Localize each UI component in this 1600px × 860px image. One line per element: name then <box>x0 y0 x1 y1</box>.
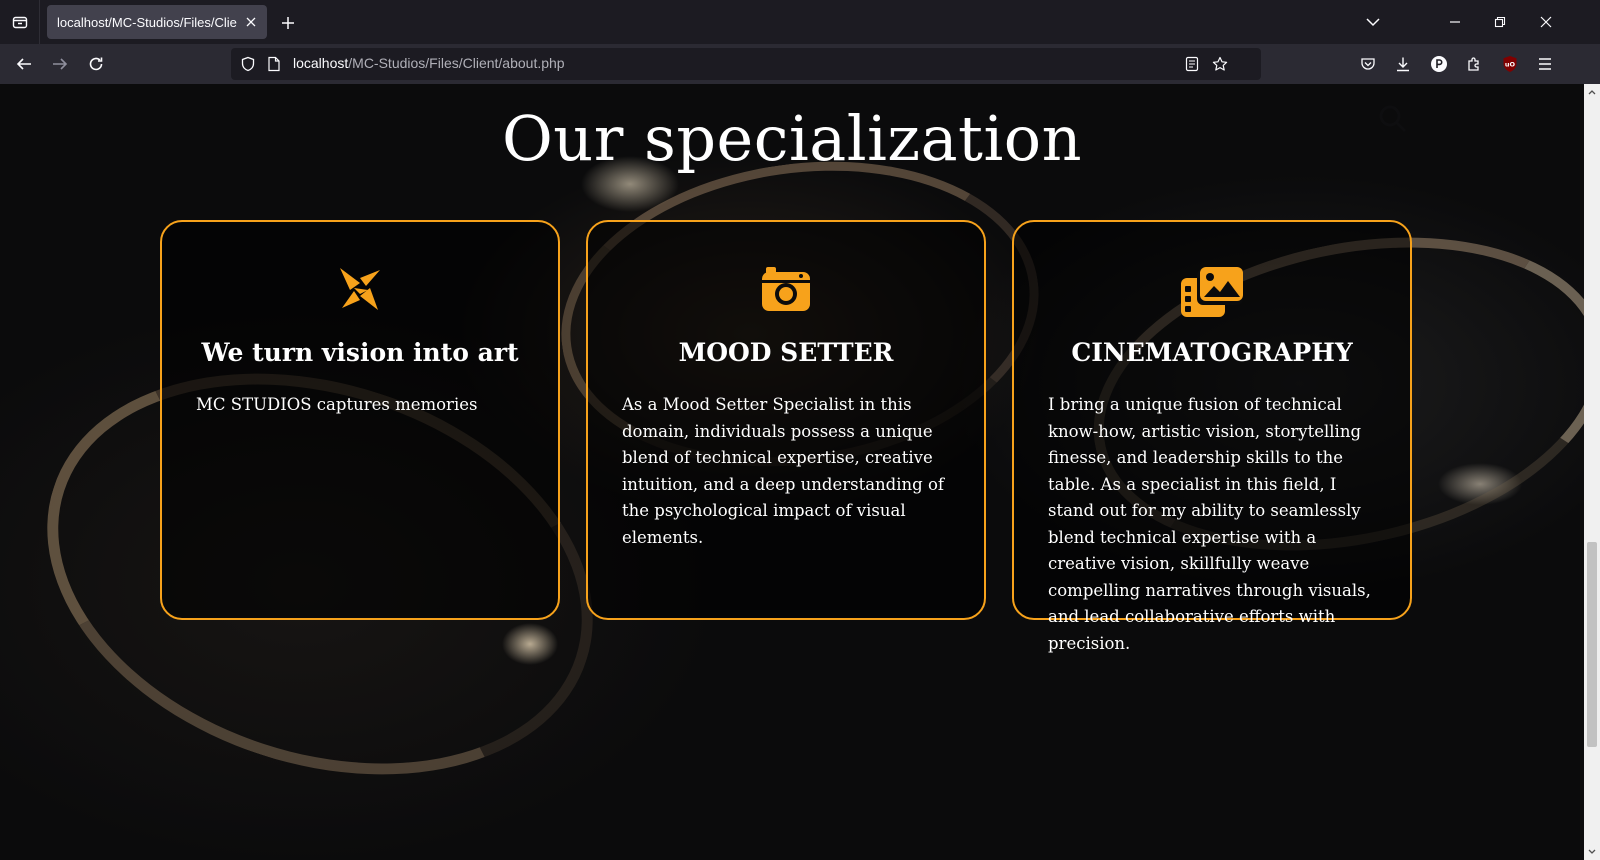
bookmark-star-icon[interactable] <box>1211 55 1229 73</box>
navigation-toolbar: localhost/MC-Studios/Files/Client/about.… <box>0 44 1600 84</box>
card-text: As a Mood Setter Specialist in this doma… <box>622 395 944 547</box>
page-title: Our specialization <box>501 102 1083 175</box>
scroll-down-arrow-icon[interactable] <box>1584 844 1600 860</box>
url-path: /MC-Studios/Files/Client/about.php <box>348 55 565 71</box>
specialization-card: MOOD SETTER As a Mood Setter Specialist … <box>586 220 986 620</box>
reload-icon[interactable] <box>82 50 110 78</box>
new-tab-icon[interactable] <box>276 11 300 35</box>
card-text: MC STUDIOS captures memories <box>196 395 478 414</box>
minimize-icon[interactable] <box>1440 8 1470 36</box>
card-title: CINEMATOGRAPHY <box>1071 338 1353 367</box>
tab-title: localhost/MC-Studios/Files/Client/ <box>57 14 237 30</box>
pocket-icon[interactable] <box>1354 50 1382 78</box>
page-icon[interactable] <box>265 55 283 73</box>
scroll-up-arrow-icon[interactable] <box>1584 84 1600 100</box>
forward-icon[interactable] <box>46 50 74 78</box>
scrollbar-thumb[interactable] <box>1587 542 1597 747</box>
close-icon[interactable] <box>243 14 259 30</box>
page-scrollbar[interactable] <box>1584 84 1600 860</box>
camera-icon <box>588 266 984 320</box>
svg-text:uO: uO <box>1505 61 1516 69</box>
pinwheel-icon <box>162 266 558 320</box>
reader-view-icon[interactable] <box>1183 55 1201 73</box>
shield-icon[interactable] <box>239 55 257 73</box>
url-text: localhost/MC-Studios/Files/Client/about.… <box>293 55 565 71</box>
page-viewport: Our specialization We turn vision into a… <box>0 84 1584 860</box>
list-all-tabs-icon[interactable] <box>1358 8 1388 36</box>
tab-bar: localhost/MC-Studios/Files/Client/ <box>0 0 1600 44</box>
menu-icon[interactable] <box>1531 50 1559 78</box>
url-bar[interactable]: localhost/MC-Studios/Files/Client/about.… <box>231 48 1261 80</box>
tab-list-icon[interactable] <box>0 0 40 44</box>
browser-tab[interactable]: localhost/MC-Studios/Files/Client/ <box>47 5 267 39</box>
search-icon[interactable] <box>1378 104 1408 134</box>
profile-icon[interactable] <box>1425 50 1453 78</box>
specialization-card: CINEMATOGRAPHY I bring a unique fusion o… <box>1012 220 1412 653</box>
card-text: I bring a unique fusion of technical kno… <box>1048 395 1371 653</box>
close-window-icon[interactable] <box>1531 8 1561 36</box>
back-icon[interactable] <box>10 50 38 78</box>
download-icon[interactable] <box>1389 50 1417 78</box>
restore-icon[interactable] <box>1485 8 1515 36</box>
specialization-card: We turn vision into art MC STUDIOS captu… <box>160 220 560 620</box>
card-title: MOOD SETTER <box>678 338 894 367</box>
card-title: We turn vision into art <box>201 338 519 367</box>
ublock-icon[interactable]: uO <box>1496 50 1524 78</box>
extensions-icon[interactable] <box>1460 50 1488 78</box>
photo-film-icon <box>1014 266 1410 320</box>
url-host: localhost <box>293 55 349 71</box>
